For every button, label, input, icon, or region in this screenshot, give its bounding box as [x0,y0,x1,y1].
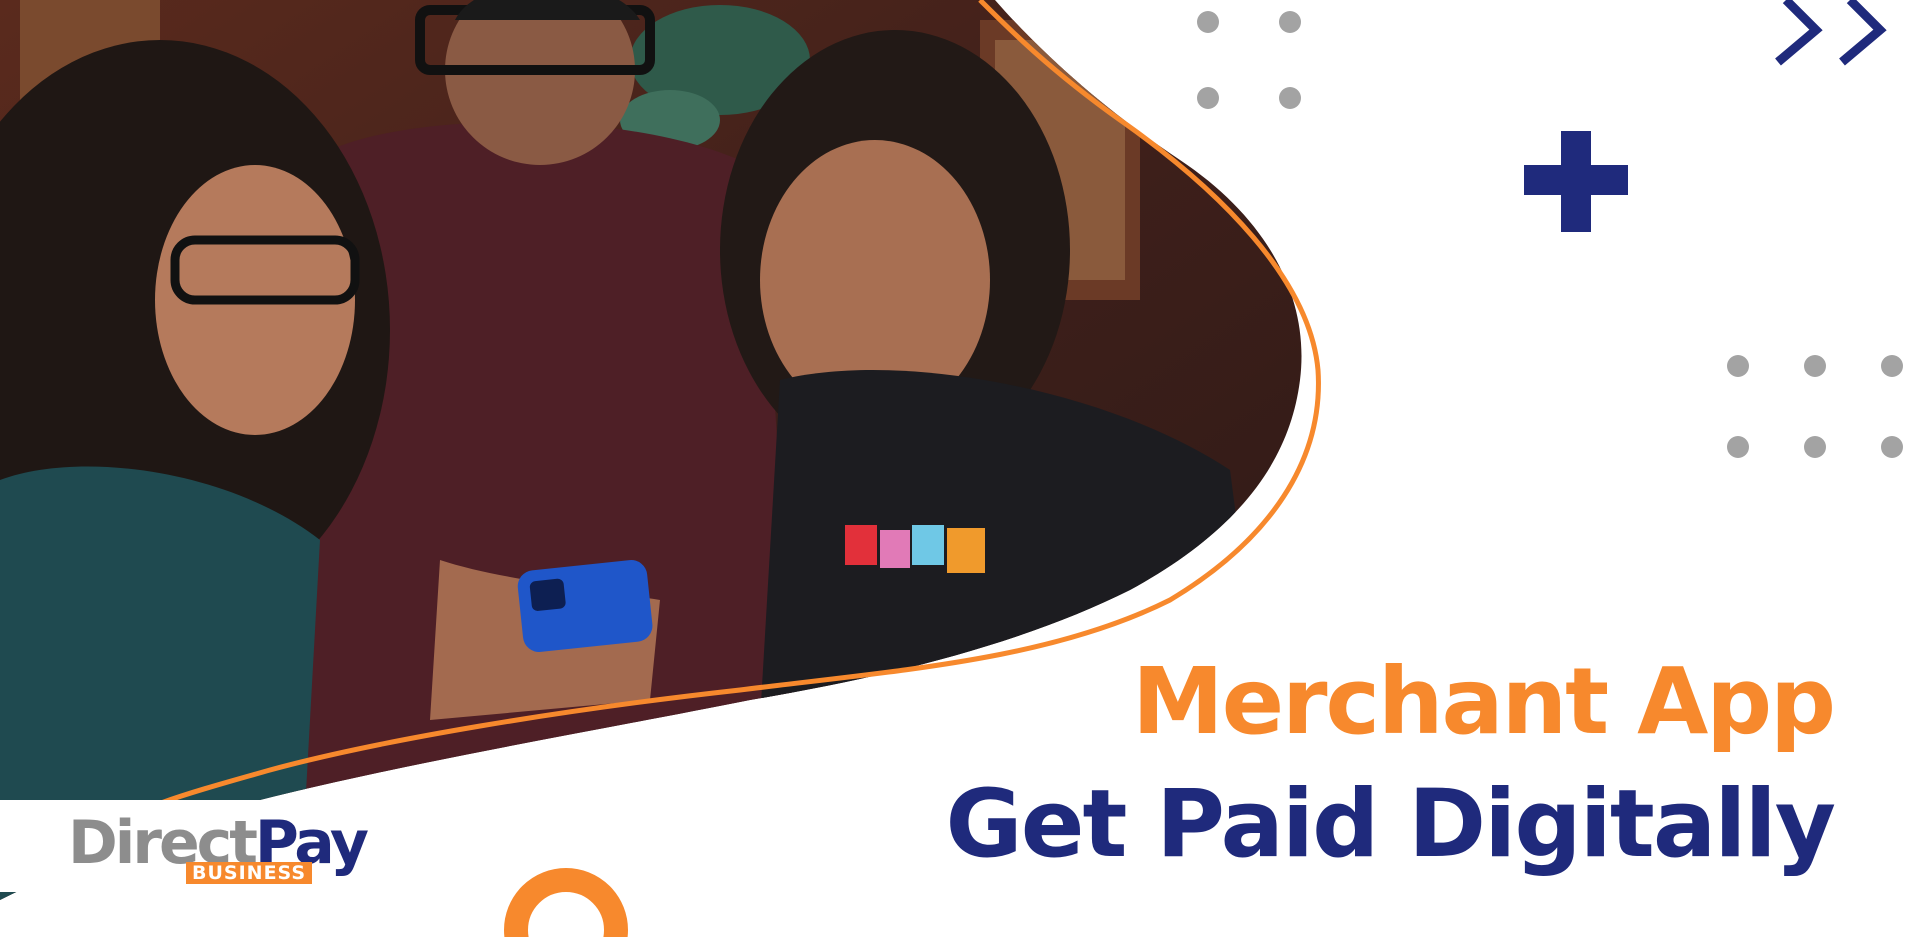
headline-line-2: Get Paid Digitally [945,770,1836,879]
banner: DirectPay BUSINESS Merchant App Get Paid… [0,0,1920,937]
chevrons-icon [1775,0,1887,66]
plus-icon [1524,131,1628,232]
dots-grid-icon [1197,11,1301,109]
logo-business-tag: BUSINESS [186,862,313,884]
headline-line-1: Merchant App [1132,648,1836,755]
logo: DirectPay BUSINESS [0,800,385,892]
ring-icon [504,868,628,937]
dots-grid-right-icon [1727,355,1903,458]
